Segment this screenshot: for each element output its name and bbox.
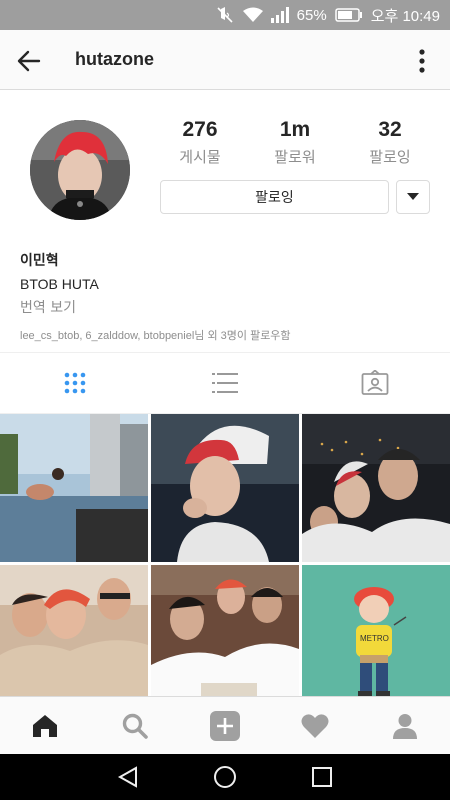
followed-by-text[interactable]: lee_cs_btob, 6_zalddow, btobpeniel님 외 3명…	[20, 327, 440, 343]
post-grid: METRO	[0, 414, 450, 696]
profile-stats: 276 게시물 1m 팔로워 32 팔로잉	[160, 118, 430, 167]
tab-grid[interactable]	[0, 353, 150, 413]
post-thumbnail[interactable]	[151, 414, 299, 562]
nav-home[interactable]	[0, 697, 90, 754]
stat-posts-value: 276	[182, 118, 218, 141]
add-icon	[210, 710, 240, 741]
svg-text:METRO: METRO	[360, 634, 389, 643]
suggested-dropdown-button[interactable]	[396, 180, 430, 214]
stat-following[interactable]: 32 팔로잉	[350, 118, 430, 167]
stat-posts-label: 게시물	[179, 148, 221, 166]
avatar[interactable]	[30, 120, 130, 220]
profile-icon	[393, 713, 417, 739]
back-arrow-icon[interactable]	[14, 46, 44, 76]
stat-following-label: 팔로잉	[369, 148, 411, 166]
stat-posts[interactable]: 276 게시물	[160, 118, 240, 167]
stat-followers-label: 팔로워	[274, 148, 316, 166]
profile-tabs	[0, 352, 450, 414]
post-thumbnail[interactable]	[0, 414, 148, 562]
list-icon	[212, 373, 238, 393]
nav-activity[interactable]	[270, 697, 360, 754]
post-thumbnail[interactable]	[151, 565, 299, 696]
bio-text: BTOB HUTA	[20, 276, 99, 292]
status-bar: 65% 오후 10:49	[0, 0, 450, 30]
nav-add[interactable]	[180, 697, 270, 754]
page-title: hutazone	[75, 49, 154, 69]
wifi-icon	[242, 7, 263, 23]
nav-profile[interactable]	[360, 697, 450, 754]
profile-section: 276 게시물 1m 팔로워 32 팔로잉 팔로잉 이민혁 BTOB HUTA …	[0, 90, 450, 352]
tab-list[interactable]	[150, 353, 300, 413]
profile-name: 이민혁	[20, 253, 59, 269]
back-triangle-icon[interactable]	[106, 755, 150, 799]
bottom-nav	[0, 696, 450, 754]
tab-tagged[interactable]	[300, 353, 450, 413]
stat-followers-value: 1m	[279, 118, 311, 141]
heart-icon	[301, 713, 329, 738]
translate-link[interactable]: 번역 보기	[20, 297, 440, 317]
home-circle-icon[interactable]	[203, 755, 247, 799]
system-nav-bar	[0, 754, 450, 800]
signal-icon	[270, 7, 289, 23]
post-thumbnail[interactable]	[0, 565, 148, 696]
home-icon	[33, 714, 57, 737]
clock: 오후 10:49	[370, 7, 440, 25]
tagged-icon	[361, 370, 389, 395]
caret-down-icon	[407, 193, 419, 200]
post-thumbnail[interactable]	[302, 414, 450, 562]
battery-percent: 65%	[296, 6, 327, 24]
following-button[interactable]: 팔로잉	[160, 180, 389, 214]
search-icon	[122, 713, 148, 739]
recents-square-icon[interactable]	[300, 755, 344, 799]
mute-icon	[215, 6, 235, 24]
grid-icon	[64, 372, 86, 394]
nav-search[interactable]	[90, 697, 180, 754]
bio: 이민혁 BTOB HUTA 번역 보기 lee_cs_btob, 6_zaldd…	[20, 250, 440, 343]
stat-followers[interactable]: 1m 팔로워	[255, 118, 335, 167]
battery-icon	[334, 7, 363, 23]
app-header: hutazone	[0, 30, 450, 90]
stat-following-value: 32	[378, 118, 402, 141]
more-vertical-icon[interactable]	[410, 46, 434, 76]
post-thumbnail[interactable]: METRO	[302, 565, 450, 696]
